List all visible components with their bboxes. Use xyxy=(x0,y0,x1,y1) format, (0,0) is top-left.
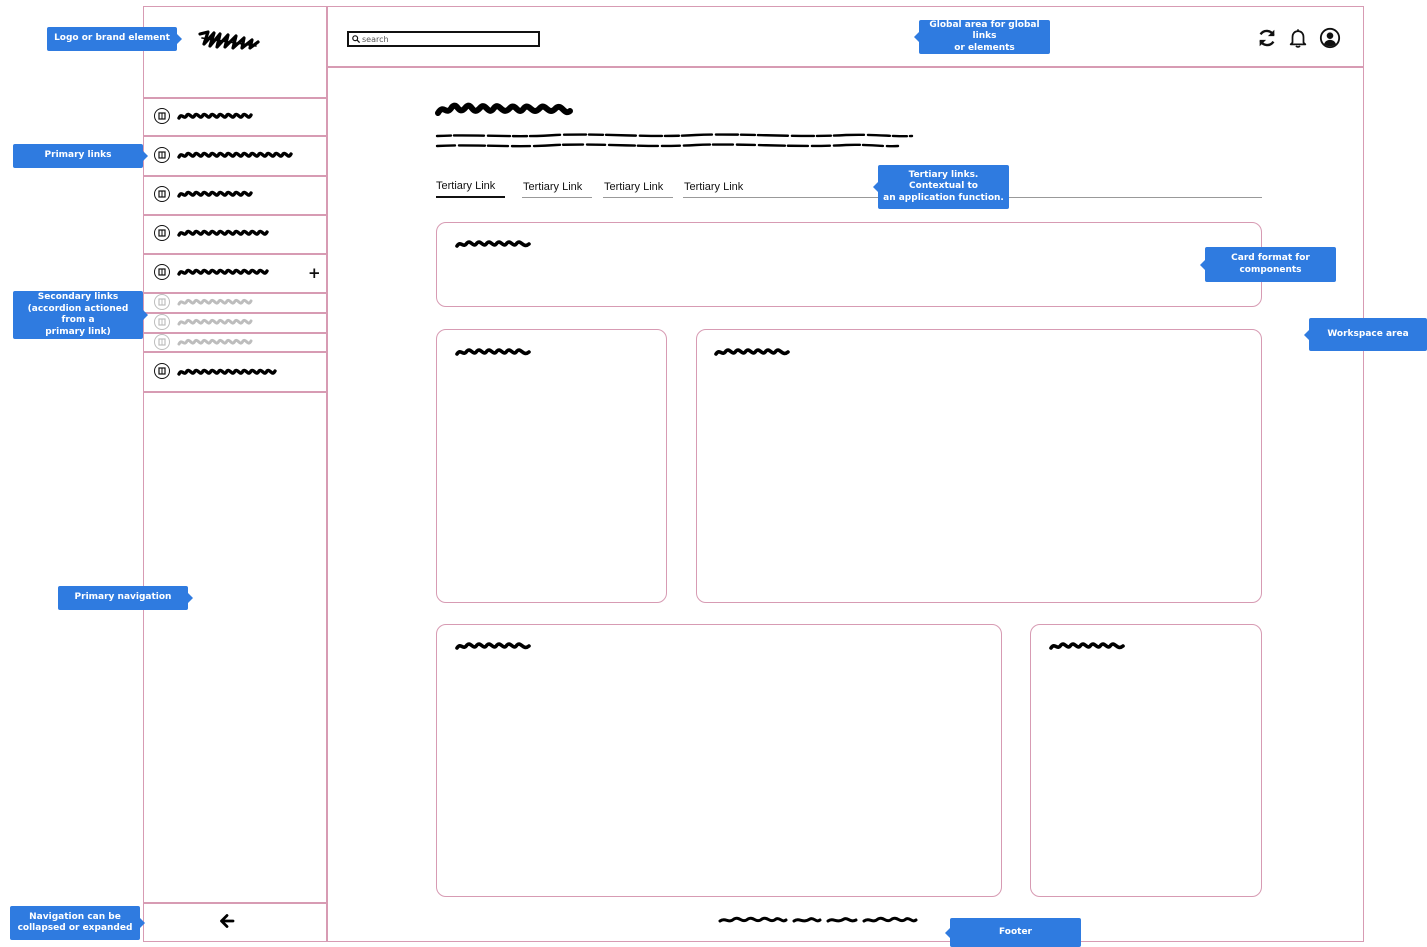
nav-subitem-icon xyxy=(154,334,170,350)
nav-divider xyxy=(143,391,327,393)
tab-tertiary-1-indicator xyxy=(436,196,505,198)
callout-workspace-area: Workspace area xyxy=(1304,318,1427,351)
sidebar-footer-divider xyxy=(143,902,327,904)
card-title xyxy=(714,348,790,356)
nav-item-label xyxy=(177,112,253,120)
nav-item-icon xyxy=(154,363,170,379)
search-placeholder: search xyxy=(362,34,389,44)
card-large-left xyxy=(436,624,1002,897)
nav-item-label xyxy=(177,190,253,198)
card-title xyxy=(455,348,531,356)
sidebar-divider xyxy=(326,6,328,942)
callout-primary-links: Primary links xyxy=(13,144,148,168)
card-title xyxy=(1049,642,1125,650)
page-title xyxy=(435,102,573,116)
search-icon xyxy=(352,35,360,43)
tab-tertiary-3-indicator xyxy=(603,197,673,198)
nav-item-icon xyxy=(154,186,170,202)
card-large-right xyxy=(696,329,1262,603)
nav-item-label xyxy=(177,318,253,326)
tab-tertiary-3[interactable]: Tertiary Link xyxy=(604,181,663,193)
callout-footer: Footer xyxy=(945,918,1081,947)
tab-tertiary-4-indicator xyxy=(683,197,754,198)
arrow-left-icon[interactable] xyxy=(219,913,235,929)
nav-item-icon xyxy=(154,225,170,241)
header-divider xyxy=(326,66,1364,68)
card-full-width xyxy=(436,222,1262,307)
callout-primary-navigation: Primary navigation xyxy=(58,586,193,610)
brand-logo[interactable] xyxy=(198,28,262,52)
tab-tertiary-1[interactable]: Tertiary Link xyxy=(436,180,495,192)
nav-subitem-icon xyxy=(154,314,170,330)
card-small-right xyxy=(1030,624,1262,897)
expand-plus-icon[interactable]: + xyxy=(308,264,321,282)
card-title xyxy=(455,240,531,248)
footer-text xyxy=(718,916,918,923)
page-description xyxy=(435,133,914,148)
tab-tertiary-4[interactable]: Tertiary Link xyxy=(684,181,743,193)
callout-collapse-navigation: Navigation can be collapsed or expanded xyxy=(10,906,145,940)
callout-secondary-links: Secondary links (accordion actioned from… xyxy=(13,291,148,339)
callout-global-area: Global area for global links or elements xyxy=(914,20,1050,54)
user-profile-icon[interactable] xyxy=(1318,26,1342,50)
nav-subitem-icon xyxy=(154,294,170,310)
nav-item-icon xyxy=(154,147,170,163)
callout-logo: Logo or brand element xyxy=(47,27,182,51)
nav-item-label xyxy=(177,338,253,346)
tab-tertiary-2-indicator xyxy=(522,197,592,198)
bell-icon[interactable] xyxy=(1286,26,1310,50)
nav-item-label xyxy=(177,298,253,306)
nav-item-label xyxy=(177,229,269,237)
callout-card-format: Card format for components xyxy=(1200,247,1336,282)
card-small-left xyxy=(436,329,667,603)
callout-tertiary-links: Tertiary links. Contextual to an applica… xyxy=(873,165,1009,209)
nav-item-label xyxy=(177,151,293,159)
tab-tertiary-2[interactable]: Tertiary Link xyxy=(523,181,582,193)
search-input[interactable]: search xyxy=(347,31,540,47)
nav-item-label xyxy=(177,268,269,276)
card-title xyxy=(455,642,531,650)
nav-item-icon xyxy=(154,264,170,280)
nav-item-label xyxy=(177,368,277,376)
nav-item-icon xyxy=(154,108,170,124)
refresh-icon[interactable] xyxy=(1255,26,1279,50)
